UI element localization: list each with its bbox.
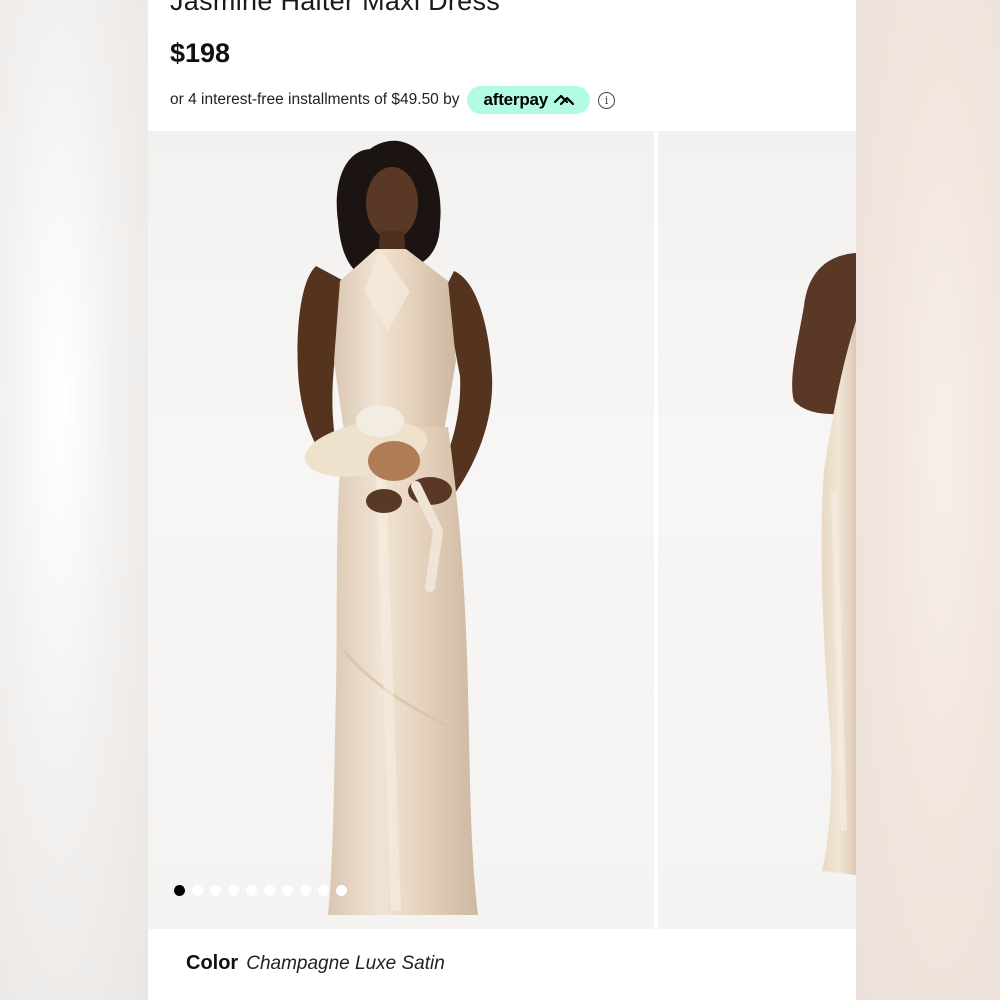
installments-row: or 4 interest-free installments of $49.5… [170, 86, 616, 114]
product-page: Jasmine Halter Maxi Dress $198 or 4 inte… [148, 0, 856, 1000]
model-side-illustration [792, 253, 856, 875]
carousel-dot[interactable] [246, 885, 257, 896]
info-icon[interactable]: i [598, 91, 616, 109]
background-blur-right [856, 0, 1000, 1000]
afterpay-logo-text: afterpay [483, 90, 549, 109]
carousel-dot[interactable] [192, 885, 203, 896]
color-selector: Color Champagne Luxe Satin [186, 952, 445, 975]
product-image-side[interactable] [658, 131, 856, 929]
installments-text: or 4 interest-free installments of $49.5… [170, 91, 460, 108]
carousel-dot[interactable] [264, 885, 275, 896]
product-title: Jasmine Halter Maxi Dress [170, 0, 501, 16]
product-image-carousel[interactable] [148, 131, 856, 929]
carousel-dot[interactable] [174, 885, 185, 896]
carousel-dots [174, 885, 347, 896]
color-value: Champagne Luxe Satin [246, 953, 445, 974]
carousel-dot[interactable] [336, 885, 347, 896]
color-label: Color [186, 952, 239, 974]
product-price: $198 [170, 38, 231, 68]
carousel-dot[interactable] [282, 885, 293, 896]
carousel-dot[interactable] [300, 885, 311, 896]
afterpay-arrows-icon [553, 94, 575, 106]
background-blur-left [0, 0, 148, 1000]
carousel-dot[interactable] [228, 885, 239, 896]
model-front-illustration [297, 140, 493, 915]
product-image-front[interactable] [148, 131, 654, 929]
carousel-dot[interactable] [318, 885, 329, 896]
carousel-dot[interactable] [210, 885, 221, 896]
afterpay-badge[interactable]: afterpay [467, 86, 591, 114]
